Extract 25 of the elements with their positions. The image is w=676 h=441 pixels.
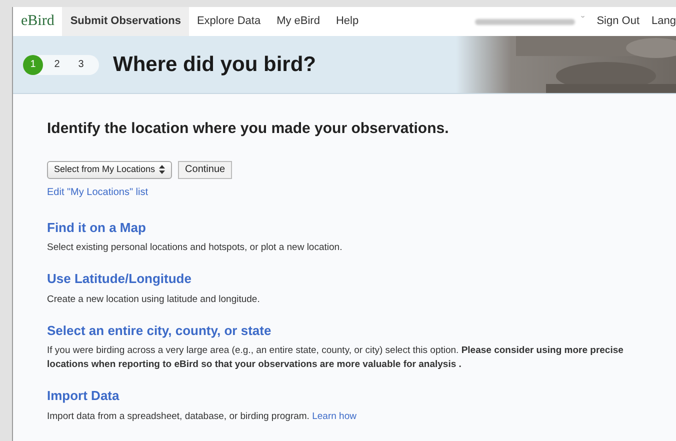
option-link[interactable]: Use Latitude/Longitude: [47, 269, 666, 288]
nav-tab[interactable]: Explore Data: [188, 7, 269, 36]
page-title: Where did you bird?: [113, 52, 316, 78]
sign-out-link[interactable]: Sign Out: [596, 13, 640, 30]
option-description: Create a new location using latitude and longitude.: [47, 292, 261, 306]
nav-tab[interactable]: Submit Observations: [62, 7, 189, 36]
location-select[interactable]: Select from My Locations: [47, 160, 172, 178]
option-description: Select existing personal locations and hotspots, or plot a new location.: [47, 241, 344, 255]
edit-locations-link[interactable]: Edit "My Locations" list: [47, 184, 666, 200]
nav-tab[interactable]: Help: [328, 7, 367, 36]
option-link[interactable]: Select an entire city, county, or state: [47, 320, 666, 340]
language-link[interactable]: Lang: [652, 13, 676, 30]
option-link[interactable]: Find it on a Map: [47, 218, 666, 237]
section-heading: Identify the location where you made your observations.: [47, 119, 450, 139]
continue-button[interactable]: Continue: [178, 160, 232, 178]
step-number: 2: [53, 58, 61, 72]
logo[interactable]: eBird: [13, 10, 62, 33]
stepper-icon: [159, 165, 166, 174]
option-description: If you were birding across a very large area (e.g., an entire state, county, or city) select this option. Please consider using more precise locations when reporting to eBird so that your observations are more valuable for analysis .: [47, 344, 624, 372]
option-link[interactable]: Import Data: [47, 386, 666, 406]
nav-tab[interactable]: My eBird: [268, 7, 328, 36]
option-description: Import data from a spreadsheet, database, or birding program. Learn how: [47, 410, 358, 424]
step-number: 1: [23, 54, 43, 74]
learn-how-link[interactable]: Learn how: [312, 410, 356, 422]
step-number: 3: [77, 58, 85, 72]
